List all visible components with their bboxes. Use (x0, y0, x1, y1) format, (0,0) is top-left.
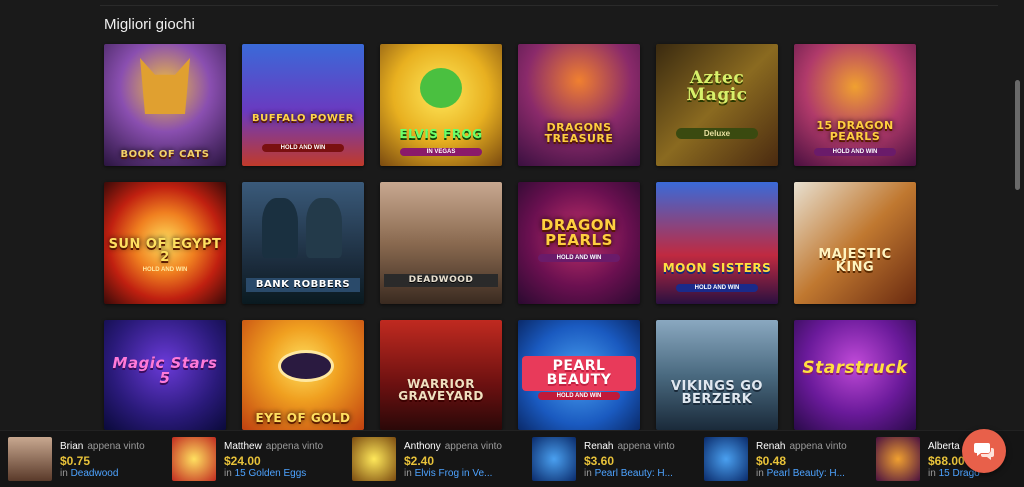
win-game-link[interactable]: Pearl Beauty: H... (767, 468, 845, 479)
game-title: DEADWOOD (384, 274, 498, 288)
winner-name: Matthew appena vinto (224, 441, 324, 452)
win-game-link[interactable]: Deadwood (71, 468, 119, 479)
game-title: BANK ROBBERS (246, 278, 360, 293)
game-thumbnail (172, 437, 216, 481)
page-scrollbar[interactable] (1015, 80, 1020, 190)
game-subtitle: HOLD AND WIN (538, 254, 620, 262)
section-title: Migliori giochi (104, 16, 195, 33)
game-subtitle: HOLD AND WIN (262, 144, 344, 152)
winner-name: Renah appena vinto (756, 441, 847, 452)
game-title: ELVIS FROG (399, 127, 483, 141)
game-title: MOON SISTERS (662, 261, 772, 275)
game-tile-dragons-treasure[interactable]: DRAGONS TREASURE (518, 44, 640, 166)
game-title: BOOK OF CATS (120, 148, 210, 160)
game-subtitle: HOLD AND WIN (676, 284, 758, 292)
game-thumbnail (704, 437, 748, 481)
chat-bubble-icon (974, 443, 994, 460)
win-game: in Pearl Beauty: H... (756, 468, 845, 479)
game-title: 15 DRAGON PEARLS (816, 119, 894, 144)
game-subtitle: IN VEGAS (400, 148, 482, 156)
win-game-link[interactable]: Elvis Frog in Ve... (415, 468, 493, 479)
game-title: Starstruck (802, 358, 908, 378)
game-tile-book-of-cats[interactable]: BOOK OF CATS (104, 44, 226, 166)
game-tile-elvis-frog[interactable]: ELVIS FROG IN VEGAS (380, 44, 502, 166)
win-amount: $0.75 (60, 454, 91, 468)
game-subtitle: HOLD AND WIN (142, 267, 188, 273)
game-tile-pearl-beauty[interactable]: PEARL BEAUTY HOLD AND WIN (518, 320, 640, 430)
win-amount: $3.60 (584, 454, 615, 468)
winner-name: Brian appena vinto (60, 441, 145, 452)
win-game: in Elvis Frog in Ve... (404, 468, 493, 479)
game-tile-deadwood[interactable]: DEADWOOD (380, 182, 502, 304)
winner-name: Renah appena vinto (584, 441, 675, 452)
game-tile-buffalo-power[interactable]: BUFFALO POWER HOLD AND WIN (242, 44, 364, 166)
game-tile-dragon-pearls[interactable]: DRAGON PEARLS HOLD AND WIN (518, 182, 640, 304)
game-title: BUFFALO POWER (252, 113, 354, 124)
game-tile-bank-robbers[interactable]: BANK ROBBERS (242, 182, 364, 304)
game-title: Aztec Magic (686, 68, 748, 106)
game-title: WARRIOR GRAVEYARD (398, 377, 484, 404)
game-thumbnail (352, 437, 396, 481)
winner-name: Anthony appena vinto (404, 441, 502, 452)
game-tile-majestic-king[interactable]: MAJESTIC KING (794, 182, 916, 304)
game-thumbnail (8, 437, 52, 481)
win-game: in Pearl Beauty: H... (584, 468, 673, 479)
win-game-link[interactable]: 15 Golden Eggs (235, 468, 307, 479)
win-game-link[interactable]: Pearl Beauty: H... (595, 468, 673, 479)
win-amount: $24.00 (224, 454, 261, 468)
recent-wins-ticker: Brian appena vinto $0.75 in Deadwood Matt… (0, 430, 1024, 487)
game-title: Magic Stars 5 (112, 354, 218, 388)
game-tile-moon-sisters[interactable]: MOON SISTERS HOLD AND WIN (656, 182, 778, 304)
game-title: DRAGONS TREASURE (544, 121, 614, 146)
game-tile-eye-of-gold[interactable]: EYE OF GOLD (242, 320, 364, 430)
game-subtitle: HOLD AND WIN (538, 392, 620, 400)
game-tile-sun-of-egypt-2[interactable]: SUN OF EGYPT 2 HOLD AND WIN (104, 182, 226, 304)
game-tile-warrior-graveyard[interactable]: WARRIOR GRAVEYARD (380, 320, 502, 430)
game-tile-starstruck[interactable]: Starstruck (794, 320, 916, 430)
game-title: VIKINGS GO BERZERK (671, 379, 763, 408)
game-title: DRAGON PEARLS (540, 216, 618, 250)
game-subtitle: HOLD AND WIN (814, 148, 896, 156)
game-title: EYE OF GOLD (255, 411, 351, 425)
game-thumbnail (532, 437, 576, 481)
chat-button[interactable] (962, 429, 1006, 473)
top-divider (100, 5, 998, 6)
win-amount: $2.40 (404, 454, 435, 468)
game-thumbnail (876, 437, 920, 481)
game-tile-vikings-go-berzerk[interactable]: VIKINGS GO BERZERK (656, 320, 778, 430)
game-title: MAJESTIC KING (818, 247, 892, 276)
game-tile-aztec-magic[interactable]: Aztec Magic Deluxe (656, 44, 778, 166)
win-amount: $68.00 (928, 454, 965, 468)
win-game: in Deadwood (60, 468, 119, 479)
win-amount: $0.48 (756, 454, 787, 468)
game-tile-magic-stars-5[interactable]: Magic Stars 5 (104, 320, 226, 430)
game-title: PEARL BEAUTY (522, 356, 636, 391)
game-title: SUN OF EGYPT 2 (108, 237, 222, 266)
game-subtitle: Deluxe (676, 128, 758, 139)
game-tile-15-dragon-pearls[interactable]: 15 DRAGON PEARLS HOLD AND WIN (794, 44, 916, 166)
win-game: in 15 Golden Eggs (224, 468, 307, 479)
